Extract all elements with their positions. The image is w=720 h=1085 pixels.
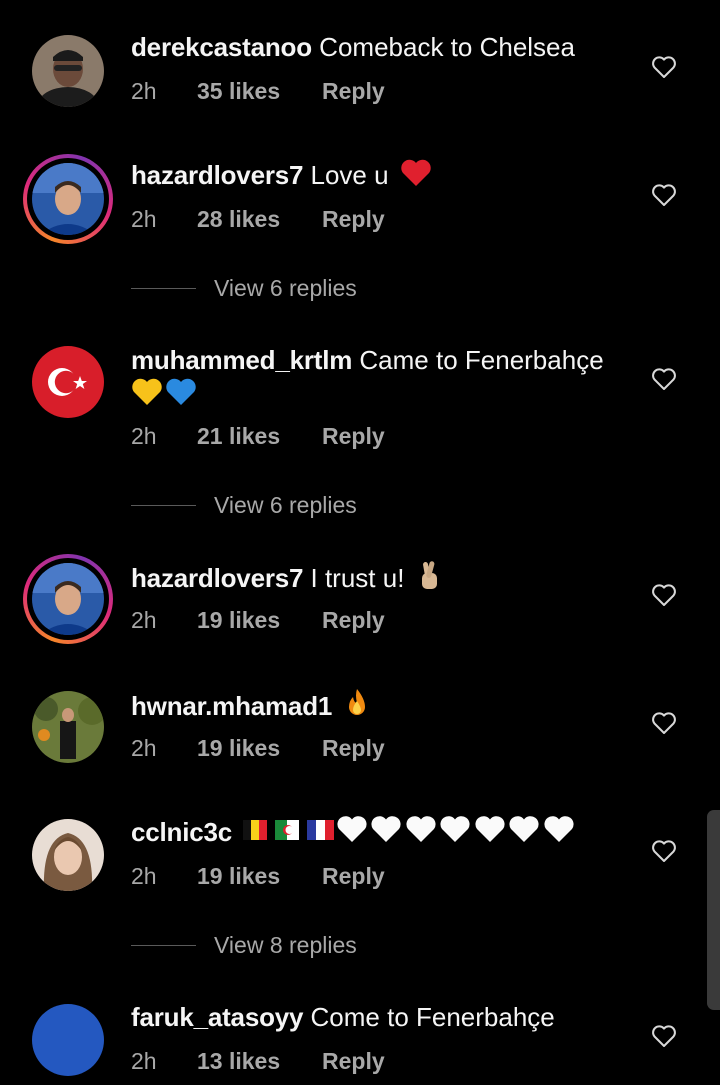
avatar[interactable] — [32, 35, 104, 107]
avatar[interactable] — [32, 346, 104, 418]
comment-username[interactable]: hwnar.mhamad1 — [131, 691, 332, 721]
reply-button[interactable]: Reply — [322, 421, 385, 451]
like-heart-icon[interactable] — [651, 711, 677, 735]
comment-text: Love u — [310, 160, 389, 190]
like-heart-icon[interactable] — [651, 839, 677, 863]
avatar[interactable] — [32, 819, 104, 891]
comment-time: 2h — [131, 735, 157, 761]
avatar[interactable] — [23, 154, 113, 244]
comment-text: I trust u! — [310, 563, 405, 593]
view-replies-label[interactable]: View 8 replies — [214, 930, 357, 960]
comment-time: 2h — [131, 78, 157, 104]
belgium-flag-icon — [243, 820, 268, 840]
likes-count[interactable]: 35 likes — [197, 76, 280, 106]
fire-icon — [349, 689, 366, 715]
red-heart-icon — [401, 159, 431, 186]
avatar[interactable] — [32, 1004, 104, 1076]
likes-count[interactable]: 19 likes — [197, 861, 280, 891]
reply-button[interactable]: Reply — [322, 605, 385, 635]
view-replies-label[interactable]: View 6 replies — [214, 490, 357, 520]
comment-text: Come to Fenerbahçe — [310, 1002, 555, 1032]
likes-count[interactable]: 13 likes — [197, 1046, 280, 1076]
algeria-flag-icon — [275, 820, 300, 840]
comment-username[interactable]: derekcastanoo — [131, 32, 312, 62]
blue-heart-icon — [166, 378, 196, 405]
likes-count[interactable]: 19 likes — [197, 733, 280, 763]
comment-username[interactable]: cclnic3c — [131, 817, 232, 847]
reply-button[interactable]: Reply — [322, 861, 385, 891]
replies-divider — [131, 505, 196, 506]
comment-username[interactable]: faruk_atasoyy — [131, 1002, 303, 1032]
likes-count[interactable]: 21 likes — [197, 421, 280, 451]
comment-time: 2h — [131, 423, 157, 449]
reply-button[interactable]: Reply — [322, 76, 385, 106]
flags-and-white-hearts-icon — [243, 816, 574, 842]
white-hearts-icon — [337, 816, 574, 842]
reply-button[interactable]: Reply — [322, 1046, 385, 1076]
like-heart-icon[interactable] — [651, 1024, 677, 1048]
likes-count[interactable]: 19 likes — [197, 605, 280, 635]
like-heart-icon[interactable] — [651, 583, 677, 607]
crossed-fingers-icon — [421, 561, 437, 589]
comment-time: 2h — [131, 206, 157, 232]
comment-text: Comeback to Chelsea — [319, 32, 575, 62]
replies-divider — [131, 288, 196, 289]
replies-divider — [131, 945, 196, 946]
yellow-heart-icon — [132, 378, 162, 405]
comment-username[interactable]: hazardlovers7 — [131, 160, 303, 190]
scrollbar-thumb[interactable] — [707, 810, 720, 1010]
france-flag-icon — [307, 820, 335, 840]
view-replies-label[interactable]: View 6 replies — [214, 273, 357, 303]
comment-time: 2h — [131, 607, 157, 633]
avatar[interactable] — [32, 691, 104, 763]
comment-username[interactable]: hazardlovers7 — [131, 563, 303, 593]
comment-time: 2h — [131, 863, 157, 889]
like-heart-icon[interactable] — [651, 55, 677, 79]
comment-username[interactable]: muhammed_krtlm — [131, 345, 352, 375]
like-heart-icon[interactable] — [651, 367, 677, 391]
comment-time: 2h — [131, 1048, 157, 1074]
likes-count[interactable]: 28 likes — [197, 204, 280, 234]
reply-button[interactable]: Reply — [322, 204, 385, 234]
reply-button[interactable]: Reply — [322, 733, 385, 763]
comment-text: Came to Fenerbahçe — [359, 345, 604, 375]
like-heart-icon[interactable] — [651, 183, 677, 207]
avatar[interactable] — [23, 554, 113, 644]
